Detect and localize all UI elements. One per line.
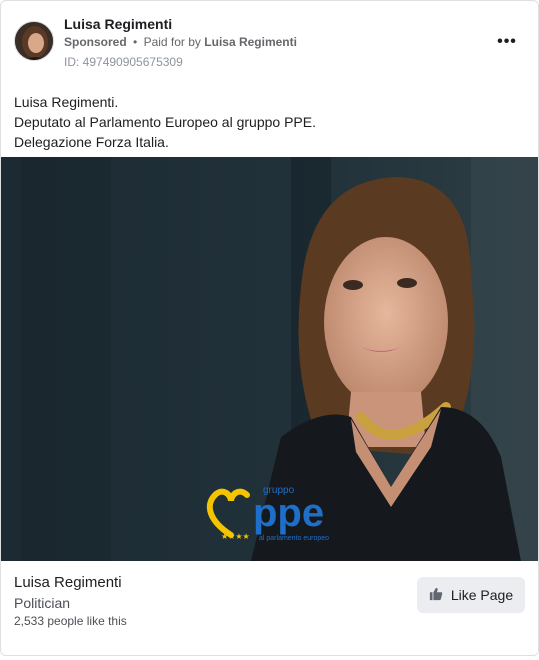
- body-line-3: Delegazione Forza Italia.: [14, 134, 169, 150]
- thumbs-up-icon: [429, 587, 443, 604]
- like-page-label: Like Page: [450, 587, 514, 603]
- like-page-button[interactable]: Like Page: [417, 577, 525, 613]
- ppe-heart-icon: ★★★★: [206, 488, 250, 541]
- paid-for-prefix: Paid for by: [143, 35, 201, 49]
- sponsored-meta: Sponsored • Paid for by Luisa Regimenti: [64, 35, 297, 49]
- separator-dot: •: [133, 35, 138, 49]
- post-body-text: Luisa Regimenti. Deputato al Parlamento …: [14, 92, 524, 152]
- footer-category: Politician: [14, 595, 71, 611]
- footer-likes-count: 2,533 people like this: [14, 614, 127, 628]
- sponsored-label: Sponsored: [64, 35, 127, 49]
- more-horizontal-icon: •••: [497, 33, 517, 50]
- page-name-link[interactable]: Luisa Regimenti: [64, 16, 172, 32]
- body-line-1: Luisa Regimenti.: [14, 94, 119, 110]
- avatar[interactable]: [14, 21, 54, 61]
- sponsored-post-card: Luisa Regimenti Sponsored • Paid for by …: [0, 0, 539, 656]
- footer-page-name[interactable]: Luisa Regimenti: [14, 574, 122, 591]
- post-image[interactable]: ★★★★ gruppo ppe al parlamento europeo: [1, 157, 538, 561]
- body-line-2: Deputato al Parlamento Europeo al gruppo…: [14, 114, 316, 130]
- post-header: Luisa Regimenti Sponsored • Paid for by …: [1, 1, 538, 81]
- ppe-logo-sub-text: al parlamento europeo: [259, 535, 330, 542]
- ppe-logo-main-text: ppe: [253, 491, 325, 535]
- paid-for-by-name: Luisa Regimenti: [204, 35, 297, 49]
- more-options-button[interactable]: •••: [496, 31, 518, 53]
- svg-text:★★★★: ★★★★: [221, 532, 250, 541]
- page-footer: Luisa Regimenti Politician 2,533 people …: [1, 561, 538, 655]
- ppe-logo: ★★★★ gruppo ppe al parlamento europeo: [201, 483, 346, 553]
- ad-id: ID: 497490905675309: [64, 55, 183, 69]
